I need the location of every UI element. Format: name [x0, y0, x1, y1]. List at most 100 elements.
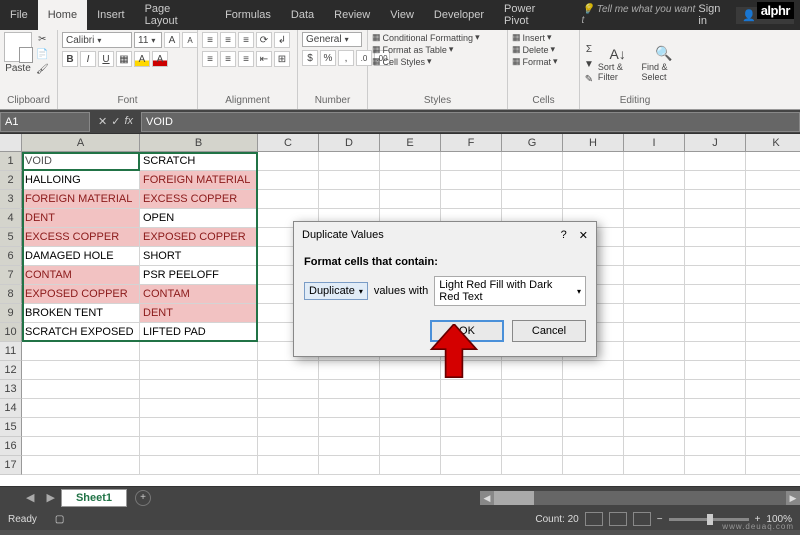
cell-k6[interactable] — [746, 247, 800, 266]
fill-color-button[interactable]: A — [134, 51, 150, 67]
cell-d13[interactable] — [319, 380, 380, 399]
cell-styles-button[interactable]: ▦Cell Styles ▾ — [372, 56, 480, 67]
cell-a2[interactable]: HALLOING — [22, 171, 140, 190]
cell-c14[interactable] — [258, 399, 319, 418]
cell-e13[interactable] — [380, 380, 441, 399]
cell-b15[interactable] — [140, 418, 258, 437]
cell-b11[interactable] — [140, 342, 258, 361]
wrap-text-icon[interactable]: ↲ — [274, 32, 290, 48]
autosum-icon[interactable]: Σ — [586, 44, 592, 55]
cell-i13[interactable] — [624, 380, 685, 399]
cell-j7[interactable] — [685, 266, 746, 285]
col-header-d[interactable]: D — [319, 134, 380, 152]
cell-i3[interactable] — [624, 190, 685, 209]
row-header-14[interactable]: 14 — [0, 399, 22, 418]
zoom-slider[interactable] — [669, 518, 749, 521]
clear-icon[interactable]: ✎ — [585, 74, 593, 85]
cell-k14[interactable] — [746, 399, 800, 418]
cell-b3[interactable]: EXCESS COPPER — [140, 190, 258, 209]
cell-e3[interactable] — [380, 190, 441, 209]
cell-e15[interactable] — [380, 418, 441, 437]
indent-dec-icon[interactable]: ⇤ — [256, 51, 272, 67]
cell-g2[interactable] — [502, 171, 563, 190]
cell-f15[interactable] — [441, 418, 502, 437]
cell-i6[interactable] — [624, 247, 685, 266]
cell-c17[interactable] — [258, 456, 319, 475]
sign-in[interactable]: Sign in — [698, 3, 730, 27]
row-header-8[interactable]: 8 — [0, 285, 22, 304]
tab-insert[interactable]: Insert — [87, 0, 135, 30]
col-header-c[interactable]: C — [258, 134, 319, 152]
cell-h13[interactable] — [563, 380, 624, 399]
insert-cells-button[interactable]: ▦ Insert ▾ — [512, 32, 558, 43]
cell-b7[interactable]: PSR PEELOFF — [140, 266, 258, 285]
italic-button[interactable]: I — [80, 51, 96, 67]
cell-d12[interactable] — [319, 361, 380, 380]
cell-j8[interactable] — [685, 285, 746, 304]
cell-k8[interactable] — [746, 285, 800, 304]
cell-h1[interactable] — [563, 152, 624, 171]
format-style-combo[interactable]: Light Red Fill with Dark Red Text▾ — [434, 276, 586, 306]
copy-icon[interactable]: 📄 — [36, 49, 48, 60]
scroll-left-icon[interactable]: ◀ — [480, 491, 494, 505]
cell-d2[interactable] — [319, 171, 380, 190]
underline-button[interactable]: U — [98, 51, 114, 67]
cancel-button[interactable]: Cancel — [512, 320, 586, 342]
col-header-j[interactable]: J — [685, 134, 746, 152]
cell-j6[interactable] — [685, 247, 746, 266]
page-layout-view-icon[interactable] — [609, 512, 627, 526]
new-sheet-button[interactable]: + — [135, 490, 151, 506]
cell-i12[interactable] — [624, 361, 685, 380]
tab-page-layout[interactable]: Page Layout — [135, 0, 215, 30]
cell-g12[interactable] — [502, 361, 563, 380]
tab-power-pivot[interactable]: Power Pivot — [494, 0, 571, 30]
cell-b2[interactable]: FOREIGN MATERIAL — [140, 171, 258, 190]
cell-g13[interactable] — [502, 380, 563, 399]
cell-k12[interactable] — [746, 361, 800, 380]
cell-b9[interactable]: DENT — [140, 304, 258, 323]
cell-f13[interactable] — [441, 380, 502, 399]
row-header-5[interactable]: 5 — [0, 228, 22, 247]
cell-a3[interactable]: FOREIGN MATERIAL — [22, 190, 140, 209]
dialog-close-icon[interactable]: ✕ — [579, 229, 588, 242]
cut-icon[interactable]: ✂ — [38, 34, 46, 45]
cell-a7[interactable]: CONTAM — [22, 266, 140, 285]
cell-i2[interactable] — [624, 171, 685, 190]
cell-i9[interactable] — [624, 304, 685, 323]
cell-g14[interactable] — [502, 399, 563, 418]
cell-a11[interactable] — [22, 342, 140, 361]
cell-d1[interactable] — [319, 152, 380, 171]
cell-j3[interactable] — [685, 190, 746, 209]
cell-c15[interactable] — [258, 418, 319, 437]
cell-a10[interactable]: SCRATCH EXPOSED — [22, 323, 140, 342]
fx-icon[interactable]: fx — [124, 115, 133, 128]
delete-cells-button[interactable]: ▦ Delete ▾ — [512, 44, 558, 55]
cell-k13[interactable] — [746, 380, 800, 399]
cell-d16[interactable] — [319, 437, 380, 456]
sheet-tab-sheet1[interactable]: Sheet1 — [61, 489, 127, 507]
formula-bar[interactable]: VOID — [141, 112, 800, 132]
cell-h15[interactable] — [563, 418, 624, 437]
row-header-2[interactable]: 2 — [0, 171, 22, 190]
row-header-15[interactable]: 15 — [0, 418, 22, 437]
cell-c3[interactable] — [258, 190, 319, 209]
cell-k9[interactable] — [746, 304, 800, 323]
cell-a17[interactable] — [22, 456, 140, 475]
cell-k15[interactable] — [746, 418, 800, 437]
cell-i4[interactable] — [624, 209, 685, 228]
cell-c2[interactable] — [258, 171, 319, 190]
border-button[interactable]: ▦ — [116, 51, 132, 67]
cell-j16[interactable] — [685, 437, 746, 456]
row-header-3[interactable]: 3 — [0, 190, 22, 209]
cell-b12[interactable] — [140, 361, 258, 380]
cell-i7[interactable] — [624, 266, 685, 285]
cell-i16[interactable] — [624, 437, 685, 456]
cell-f1[interactable] — [441, 152, 502, 171]
cell-h2[interactable] — [563, 171, 624, 190]
col-header-k[interactable]: K — [746, 134, 800, 152]
cell-c12[interactable] — [258, 361, 319, 380]
cell-a4[interactable]: DENT — [22, 209, 140, 228]
tab-data[interactable]: Data — [281, 0, 324, 30]
cell-i1[interactable] — [624, 152, 685, 171]
cell-j11[interactable] — [685, 342, 746, 361]
